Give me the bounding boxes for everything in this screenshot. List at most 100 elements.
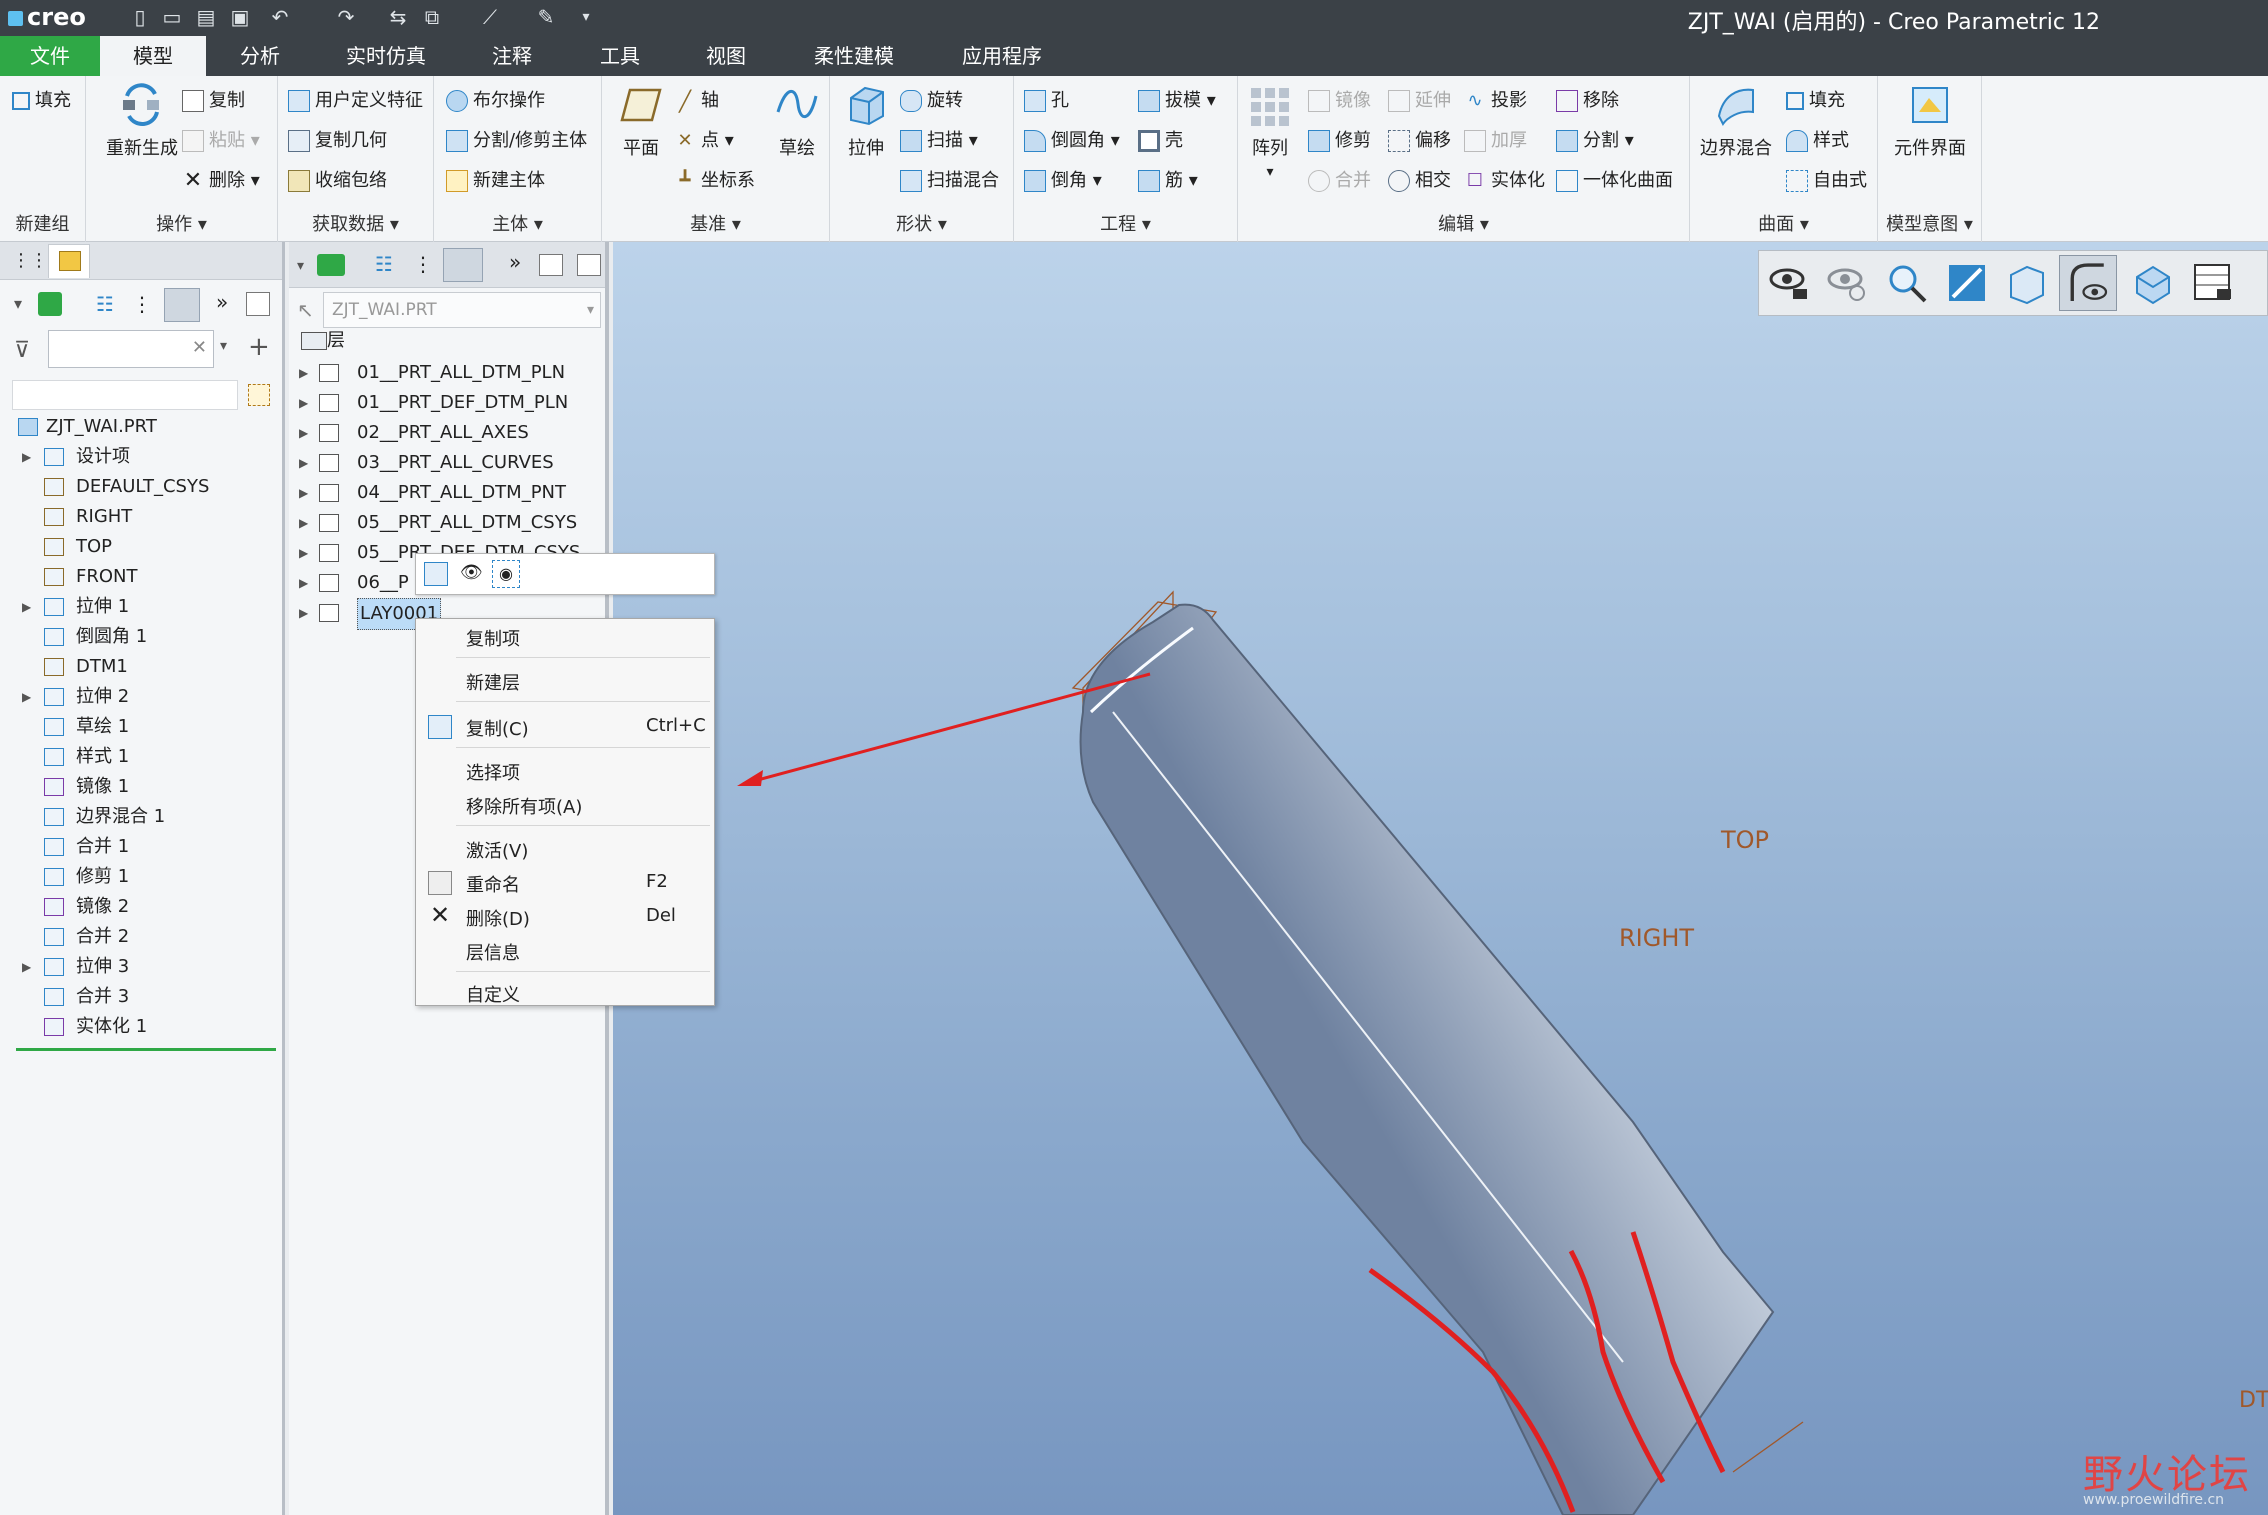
menu-view[interactable]: 视图 xyxy=(686,36,766,76)
menu-item-copy-items[interactable]: 复制项 xyxy=(466,625,520,651)
group-body-label[interactable]: 主体 ▾ xyxy=(434,210,601,236)
group-get-data-label[interactable]: 获取数据 ▾ xyxy=(278,210,433,236)
menu-item-copy[interactable]: 复制(C) xyxy=(466,715,529,741)
show-layer-eye-icon[interactable]: 👁 xyxy=(460,562,483,583)
boolean-button[interactable]: 布尔操作 xyxy=(446,86,545,112)
layer-dropdown-icon[interactable]: ▾ xyxy=(297,258,304,274)
measure-icon[interactable]: ⟋ xyxy=(478,5,502,29)
rib-button[interactable]: 筋 ▾ xyxy=(1138,166,1198,192)
layer-export-icon[interactable] xyxy=(577,254,601,276)
layer-more-icon[interactable]: » xyxy=(509,250,521,274)
style-button[interactable]: 样式 xyxy=(1786,126,1849,152)
shrinkwrap-button[interactable]: 收缩包络 xyxy=(288,166,387,192)
draft-button[interactable]: 拔模 ▾ xyxy=(1138,86,1216,112)
unify-quilts-button[interactable]: 一体化曲面 xyxy=(1556,166,1673,192)
component-interface-button[interactable]: 元件界面 xyxy=(1880,82,1980,160)
hole-button[interactable]: 孔 xyxy=(1024,86,1069,112)
menu-analysis[interactable]: 分析 xyxy=(220,36,300,76)
expand-arrow-icon[interactable]: ▶ xyxy=(22,442,31,472)
insert-indicator[interactable] xyxy=(16,1048,276,1051)
thicken-button[interactable]: 加厚 xyxy=(1464,126,1527,152)
copy-geometry-button[interactable]: 复制几何 xyxy=(288,126,387,152)
chamfer-button[interactable]: 倒角 ▾ xyxy=(1024,166,1102,192)
split-body-button[interactable]: 分割/修剪主体 xyxy=(446,126,587,152)
datum-dtm-outline[interactable] xyxy=(1732,1421,1804,1473)
menu-item-rename[interactable]: 重命名 xyxy=(466,871,520,897)
shell-button[interactable]: 壳 xyxy=(1138,126,1183,152)
tree-search-input[interactable]: ✕ xyxy=(48,330,214,368)
delete-button[interactable]: ✕ 删除 ▾ xyxy=(182,166,260,192)
expand-arrow-icon[interactable]: ▶ xyxy=(299,478,308,508)
expand-arrow-icon[interactable]: ▶ xyxy=(22,592,31,622)
menu-item-customize[interactable]: 自定义 xyxy=(466,981,520,1007)
more-options-icon[interactable]: » xyxy=(216,290,228,314)
boundary-blend-button[interactable]: 边界混合 xyxy=(1694,82,1778,160)
layer-filter-icon[interactable]: ☷ xyxy=(375,252,393,276)
csys-button[interactable]: ┻ 坐标系 xyxy=(674,166,755,192)
sweep-button[interactable]: 扫描 ▾ xyxy=(900,126,978,152)
annotate-icon[interactable]: ✎ xyxy=(534,5,558,29)
regenerate-button[interactable]: 重新生成 xyxy=(94,82,190,160)
open-file-icon[interactable]: ▭ xyxy=(160,5,184,29)
datum-label-right[interactable]: RIGHT xyxy=(1619,924,1694,952)
menu-tools[interactable]: 工具 xyxy=(580,36,660,76)
show-dropdown-icon[interactable]: ▾ xyxy=(14,294,22,313)
group-editing-label[interactable]: 编辑 ▾ xyxy=(1238,210,1689,236)
project-button[interactable]: ∿ 投影 xyxy=(1464,86,1527,112)
layer-view-icon[interactable] xyxy=(317,254,345,276)
trim-button[interactable]: 修剪 xyxy=(1308,126,1371,152)
menu-model[interactable]: 模型 xyxy=(100,36,206,76)
model-tree-tab-icon[interactable]: ⋮⋮ xyxy=(12,250,48,272)
menu-item-new-layer[interactable]: 新建层 xyxy=(466,669,520,695)
group-operations-label[interactable]: 操作 ▾ xyxy=(86,210,277,236)
group-engineering-label[interactable]: 工程 ▾ xyxy=(1014,210,1237,236)
extend-button[interactable]: 延伸 xyxy=(1388,86,1451,112)
expand-arrow-icon[interactable]: ▶ xyxy=(299,418,308,448)
isolate-layer-eye-icon[interactable]: ◉ xyxy=(492,560,520,588)
clear-search-icon[interactable]: ✕ xyxy=(192,337,207,358)
menu-annotate[interactable]: 注释 xyxy=(472,36,552,76)
menu-item-activate[interactable]: 激活(V) xyxy=(466,837,528,863)
expand-arrow-icon[interactable]: ▶ xyxy=(299,388,308,418)
search-dropdown-icon[interactable]: ▾ xyxy=(220,338,227,354)
model-tree-view-icon[interactable] xyxy=(38,292,62,316)
split-button[interactable]: 分割 ▾ xyxy=(1556,126,1634,152)
tree-filter-icon[interactable]: ☷ xyxy=(96,292,122,318)
solidify-button[interactable]: ☐ 实体化 xyxy=(1464,166,1545,192)
tree-columns-icon[interactable]: ⋮ xyxy=(132,292,156,316)
group-shapes-label[interactable]: 形状 ▾ xyxy=(830,210,1013,236)
extrude-button[interactable]: 拉伸 xyxy=(836,82,896,160)
new-body-button[interactable]: 新建主体 xyxy=(446,166,545,192)
fill-surface-button[interactable]: 填充 xyxy=(1786,86,1845,112)
mirror-button[interactable]: 镜像 xyxy=(1308,86,1371,112)
group-model-intent-label[interactable]: 模型意图 ▾ xyxy=(1878,210,1981,236)
redo-icon[interactable]: ↷ xyxy=(334,5,358,29)
expand-arrow-icon[interactable]: ▶ xyxy=(299,568,308,598)
remove-button[interactable]: 移除 xyxy=(1556,86,1619,112)
menu-item-remove-all[interactable]: 移除所有项(A) xyxy=(466,793,582,819)
datum-label-top[interactable]: TOP xyxy=(1721,826,1769,854)
expand-arrow-icon[interactable]: ▶ xyxy=(299,358,308,388)
pattern-button[interactable]: 阵列 ▾ xyxy=(1242,82,1298,181)
group-surfaces-label[interactable]: 曲面 ▾ xyxy=(1690,210,1877,236)
freestyle-button[interactable]: 自由式 xyxy=(1786,166,1867,192)
menu-item-layer-info[interactable]: 层信息 xyxy=(466,939,520,965)
menu-applications[interactable]: 应用程序 xyxy=(942,36,1062,76)
new-file-icon[interactable]: ▯ xyxy=(128,5,152,29)
plane-button[interactable]: 平面 xyxy=(610,82,672,160)
customize-toolbar-icon[interactable]: ▾ xyxy=(574,5,598,29)
tree-select-icon[interactable] xyxy=(248,384,270,406)
expand-arrow-icon[interactable]: ▶ xyxy=(299,448,308,478)
expand-arrow-icon[interactable]: ▶ xyxy=(22,952,31,982)
menu-file[interactable]: 文件 xyxy=(0,36,100,76)
layer-settings-button[interactable] xyxy=(443,248,483,282)
save-icon[interactable]: ▣ xyxy=(228,5,252,29)
layer-properties-mini-icon[interactable] xyxy=(424,562,448,586)
menu-live-simulation[interactable]: 实时仿真 xyxy=(326,36,446,76)
intersect-button[interactable]: 相交 xyxy=(1388,166,1451,192)
menu-flexible-modeling[interactable]: 柔性建模 xyxy=(794,36,914,76)
tree-settings-button[interactable] xyxy=(164,288,200,322)
point-button[interactable]: ✕ 点 ▾ xyxy=(674,126,733,152)
copy-button[interactable]: 复制 xyxy=(182,86,245,112)
layer-properties-icon[interactable] xyxy=(539,254,563,276)
